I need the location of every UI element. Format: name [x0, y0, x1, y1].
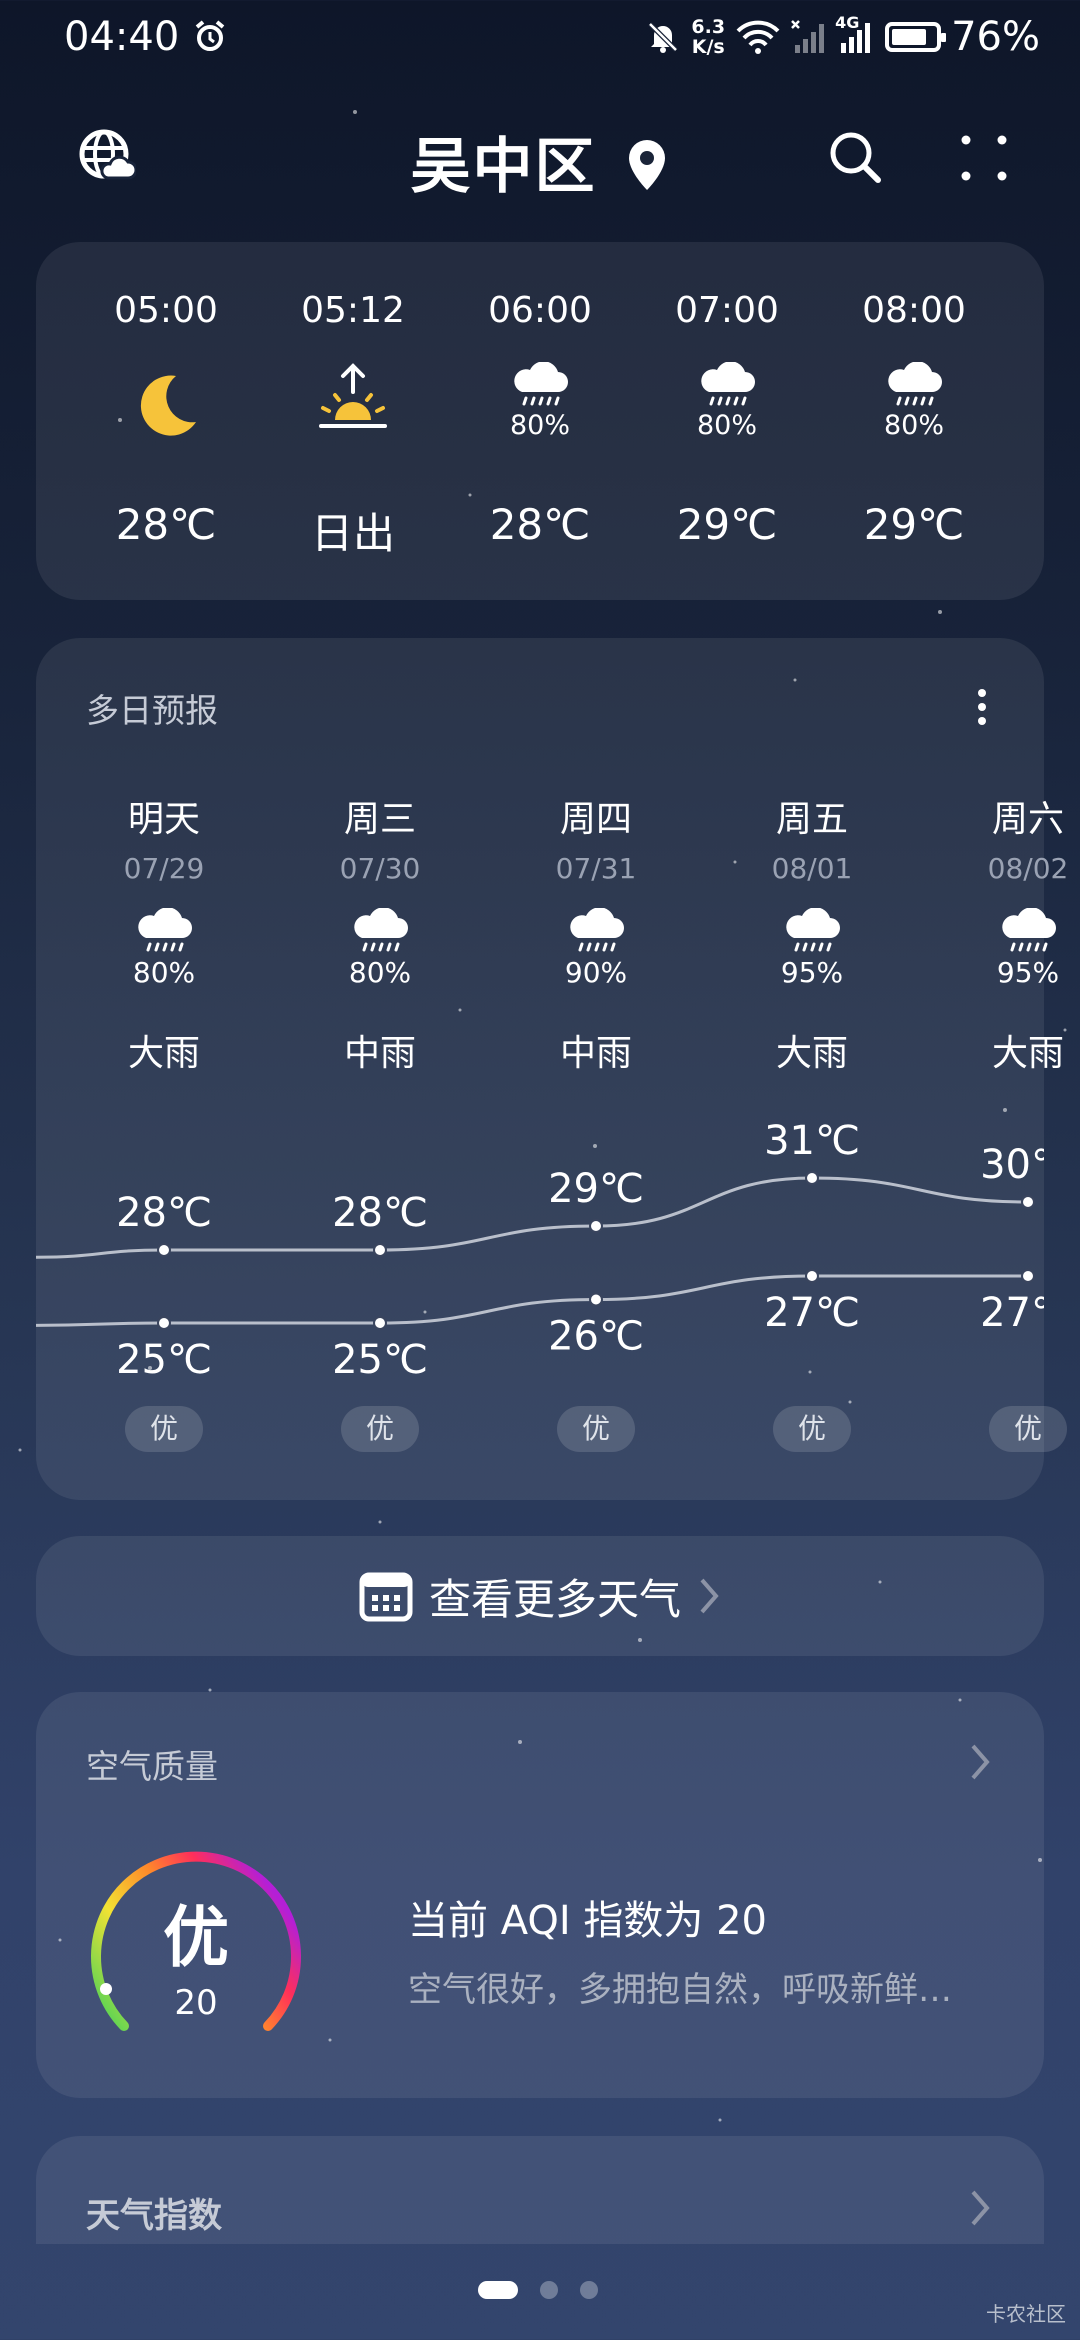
low-temp-line	[36, 1274, 1028, 1327]
low-temp-label: 25℃	[332, 1337, 428, 1383]
hourly-icon-wrap	[96, 370, 236, 442]
hourly-temp: 29℃	[676, 500, 778, 549]
more-weather-label: 查看更多天气	[428, 1574, 681, 1624]
hourly-time: 09	[1031, 290, 1044, 331]
chevron-right-icon	[971, 2190, 990, 2226]
low-temp-label: 25℃	[116, 1337, 212, 1383]
air-quality-title: 空气质量	[86, 1747, 218, 1786]
low-temp-label: 27℃	[980, 1290, 1044, 1336]
signal-4g: 4G	[835, 13, 875, 55]
speed-value: 6.3	[691, 16, 726, 38]
high-temp-point	[1021, 1195, 1035, 1209]
search-icon[interactable]	[826, 128, 884, 186]
aqi-value: 20	[174, 1983, 217, 2023]
hourly-item[interactable]: 08:00 80% 29℃	[844, 242, 984, 600]
moon-icon	[140, 375, 196, 436]
sunrise-icon	[319, 363, 387, 428]
hourly-temp: 2	[1031, 500, 1044, 549]
high-temp-point	[373, 1243, 387, 1257]
high-temp-label: 29℃	[548, 1166, 644, 1212]
wifi-icon	[736, 20, 780, 54]
chevron-right-icon	[700, 1578, 719, 1614]
alarm-icon	[195, 20, 225, 51]
rain-cloud-icon	[701, 362, 755, 406]
hourly-icon-wrap	[283, 362, 423, 442]
hourly-time: 06:00	[488, 290, 592, 331]
air-quality-card[interactable]: 空气质量 优 20 当前 AQI 指数为 20 空气很好，多拥抱自然，呼吸新鲜…	[36, 1692, 1044, 2098]
hourly-temp: 28℃	[115, 500, 217, 549]
page-dot-active[interactable]	[478, 2281, 518, 2299]
hourly-time: 07:00	[675, 290, 779, 331]
hourly-item[interactable]: 05:00 28℃	[96, 242, 236, 600]
more-weather-button[interactable]: 查看更多天气	[36, 1536, 1044, 1656]
hourly-precip: 80%	[509, 410, 570, 441]
watermark: 卡农社区	[986, 2302, 1066, 2326]
hourly-item[interactable]: 09 9 2	[1031, 242, 1044, 600]
grid-menu-icon[interactable]	[956, 130, 1012, 186]
chevron-right-icon	[971, 1744, 990, 1780]
battery-percent: 76%	[951, 14, 1040, 60]
hourly-item[interactable]: 06:00 80% 28℃	[470, 242, 610, 600]
hourly-time: 05:12	[301, 290, 405, 331]
hourly-item[interactable]: 05:12 日出	[283, 242, 423, 600]
page-indicator[interactable]	[478, 2281, 598, 2299]
hourly-time: 05:00	[114, 290, 218, 331]
aqi-gauge: 优 20	[91, 1851, 301, 2031]
high-temp-label: 28℃	[332, 1190, 428, 1236]
low-temp-point	[1021, 1269, 1035, 1283]
temperature-trend-chart: 28℃ 28℃ 29℃ 31℃ 30℃ 25℃ 25℃ 26℃ 27℃ 27℃	[36, 1118, 1044, 1383]
high-temp-point	[589, 1219, 603, 1233]
aqi-headline: 当前 AQI 指数为 20	[408, 1898, 767, 1944]
aqi-description: 空气很好，多拥抱自然，呼吸新鲜…	[408, 1970, 952, 2010]
hourly-icon-wrap: 80%	[657, 362, 797, 441]
low-temp-point	[589, 1292, 603, 1307]
status-time: 04:40	[64, 14, 228, 60]
status-bar: 04:40 6.3 K/s 4G 76%	[0, 0, 1080, 80]
aqi-grade: 优	[163, 1899, 229, 1976]
high-temp-label: 28℃	[116, 1190, 212, 1236]
page-dot[interactable]	[540, 2281, 558, 2299]
signal-no-sim-icon	[791, 20, 825, 53]
hourly-precip: 80%	[696, 410, 757, 441]
hourly-icon-wrap: 80%	[470, 362, 610, 441]
speed-unit: K/s	[691, 36, 725, 58]
low-temp-point	[157, 1316, 171, 1330]
clock-text: 04:40	[64, 14, 180, 60]
hourly-precip: 9	[1041, 410, 1044, 441]
weather-index-card[interactable]: 天气指数	[36, 2136, 1044, 2244]
calendar-icon	[359, 1572, 413, 1622]
hourly-temp: 日出	[310, 509, 395, 558]
rain-cloud-icon	[514, 362, 568, 406]
high-temp-label: 31℃	[764, 1118, 860, 1164]
high-temp-point	[805, 1171, 819, 1185]
hourly-temp: 29℃	[863, 500, 965, 549]
rain-cloud-icon	[888, 362, 942, 406]
hourly-icon-wrap: 80%	[844, 362, 984, 441]
network-speed: 6.3 K/s	[691, 17, 725, 57]
high-temp-point	[157, 1243, 171, 1257]
hourly-item[interactable]: 07:00 80% 29℃	[657, 242, 797, 600]
page-dot[interactable]	[580, 2281, 598, 2299]
location-pin-icon	[629, 140, 666, 190]
hourly-forecast-card[interactable]: 05:00 28℃ 05:12 日出 06:00 80% 28℃ 07:00 80% 29℃ 08:…	[36, 242, 1044, 600]
location-name: 吴中区	[410, 132, 597, 202]
low-temp-point	[373, 1316, 387, 1330]
mute-bell-icon	[648, 22, 679, 53]
hourly-temp: 28℃	[489, 500, 591, 549]
location-title[interactable]: 吴中区	[0, 118, 1080, 205]
weather-index-title: 天气指数	[86, 2196, 222, 2236]
low-temp-label: 27℃	[764, 1290, 860, 1336]
low-temp-point	[805, 1269, 819, 1283]
signal-icon	[841, 23, 871, 53]
daily-forecast-card: 多日预报 明天 07/29 80% 大雨优周三 07/30 80% 中雨优周四 07/31 90…	[36, 638, 1068, 1500]
hourly-time: 08:00	[862, 290, 966, 331]
low-temp-label: 26℃	[548, 1314, 644, 1360]
hourly-icon-wrap: 9	[1031, 362, 1044, 441]
battery-icon	[885, 22, 947, 52]
high-temp-label: 30℃	[980, 1142, 1044, 1188]
hourly-precip: 80%	[883, 410, 944, 441]
